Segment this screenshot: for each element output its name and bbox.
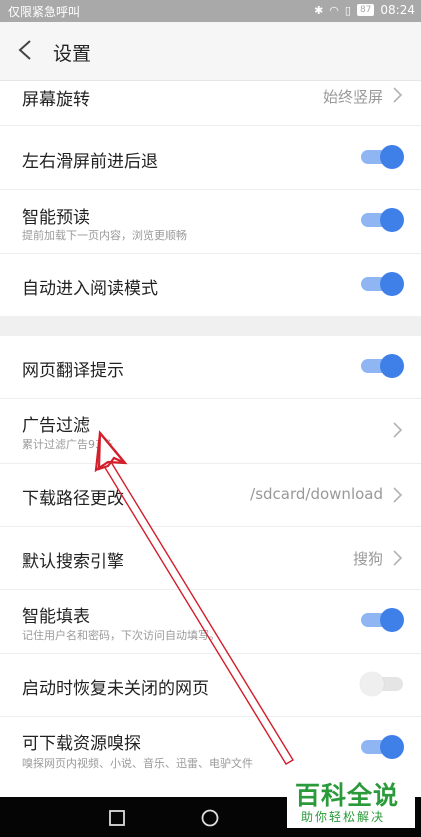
setting-label: 默认搜索引擎 xyxy=(22,552,124,572)
auto-reading-mode-toggle[interactable] xyxy=(361,272,404,296)
chevron-right-icon xyxy=(393,550,403,566)
chevron-right-icon xyxy=(393,87,403,103)
restore-tabs-toggle[interactable] xyxy=(360,672,403,696)
status-bar: 仅限紧急呼叫 ✱ ◠ ▯ 87 08:24 xyxy=(0,0,421,22)
clock: 08:24 xyxy=(380,3,415,17)
setting-label: 可下载资源嗅探 xyxy=(22,734,141,754)
chevron-right-icon xyxy=(393,422,403,438)
setting-label: 网页翻译提示 xyxy=(22,361,124,381)
carrier-text: 仅限紧急呼叫 xyxy=(8,5,81,19)
chevron-right-icon xyxy=(393,487,403,503)
setting-smart-preload[interactable]: 智能预读 提前加载下一页内容，浏览更顺畅 xyxy=(0,190,421,254)
swipe-navigation-toggle[interactable] xyxy=(361,145,404,169)
setting-label: 智能预读 xyxy=(22,208,90,228)
battery-icon: 87 xyxy=(356,4,375,16)
setting-description: 累计过滤广告93条 xyxy=(22,438,113,451)
app-header: 设置 xyxy=(0,22,421,81)
setting-description: 嗅探网页内视频、小说、音乐、迅雷、电驴文件 xyxy=(22,757,253,770)
watermark-title: 百科全说 xyxy=(295,781,400,810)
setting-label: 广告过滤 xyxy=(22,416,90,436)
page-title: 设置 xyxy=(53,43,92,65)
wifi-icon: ◠ xyxy=(329,3,339,17)
setting-value: 搜狗 xyxy=(352,550,383,568)
smart-preload-toggle[interactable] xyxy=(361,208,404,232)
recent-apps-icon[interactable] xyxy=(108,809,126,827)
setting-label: 自动进入阅读模式 xyxy=(22,279,158,299)
setting-label: 智能填表 xyxy=(22,607,90,627)
setting-translate-hint[interactable]: 网页翻译提示 xyxy=(0,336,421,399)
bluetooth-icon: ✱ xyxy=(314,3,324,17)
back-arrow-icon[interactable] xyxy=(16,39,38,61)
setting-label: 左右滑屏前进后退 xyxy=(22,152,158,172)
setting-swipe-navigation[interactable]: 左右滑屏前进后退 xyxy=(0,126,421,190)
setting-auto-reading-mode[interactable]: 自动进入阅读模式 xyxy=(0,254,421,317)
home-icon[interactable] xyxy=(201,809,219,827)
setting-default-search-engine[interactable]: 默认搜索引擎 搜狗 xyxy=(0,527,421,590)
watermark-logo: 百科全说 助你轻松解决 xyxy=(287,772,415,828)
sim-icon: ▯ xyxy=(344,3,351,17)
setting-download-path[interactable]: 下载路径更改 /sdcard/download xyxy=(0,464,421,527)
section-divider xyxy=(0,316,421,336)
setting-restore-tabs[interactable]: 启动时恢复未关闭的网页 xyxy=(0,654,421,717)
watermark-subtitle: 助你轻松解决 xyxy=(301,810,386,824)
status-icons: ✱ ◠ ▯ 87 08:24 xyxy=(314,3,415,17)
resource-sniffing-toggle[interactable] xyxy=(361,735,404,759)
setting-screen-rotation[interactable]: 屏幕旋转 始终竖屏 xyxy=(0,81,421,126)
setting-label: 下载路径更改 xyxy=(22,489,124,509)
setting-label: 屏幕旋转 xyxy=(22,90,90,110)
smart-autofill-toggle[interactable] xyxy=(361,608,404,632)
setting-label: 启动时恢复未关闭的网页 xyxy=(22,679,209,699)
setting-value: 始终竖屏 xyxy=(322,88,383,106)
setting-description: 提前加载下一页内容，浏览更顺畅 xyxy=(22,229,187,242)
setting-ad-filter[interactable]: 广告过滤 累计过滤广告93条 xyxy=(0,399,421,464)
translate-hint-toggle[interactable] xyxy=(361,354,404,378)
setting-smart-autofill[interactable]: 智能填表 记住用户名和密码，下次访问自动填写。 xyxy=(0,590,421,654)
setting-value: /sdcard/download xyxy=(250,485,383,503)
setting-description: 记住用户名和密码，下次访问自动填写。 xyxy=(22,629,220,642)
